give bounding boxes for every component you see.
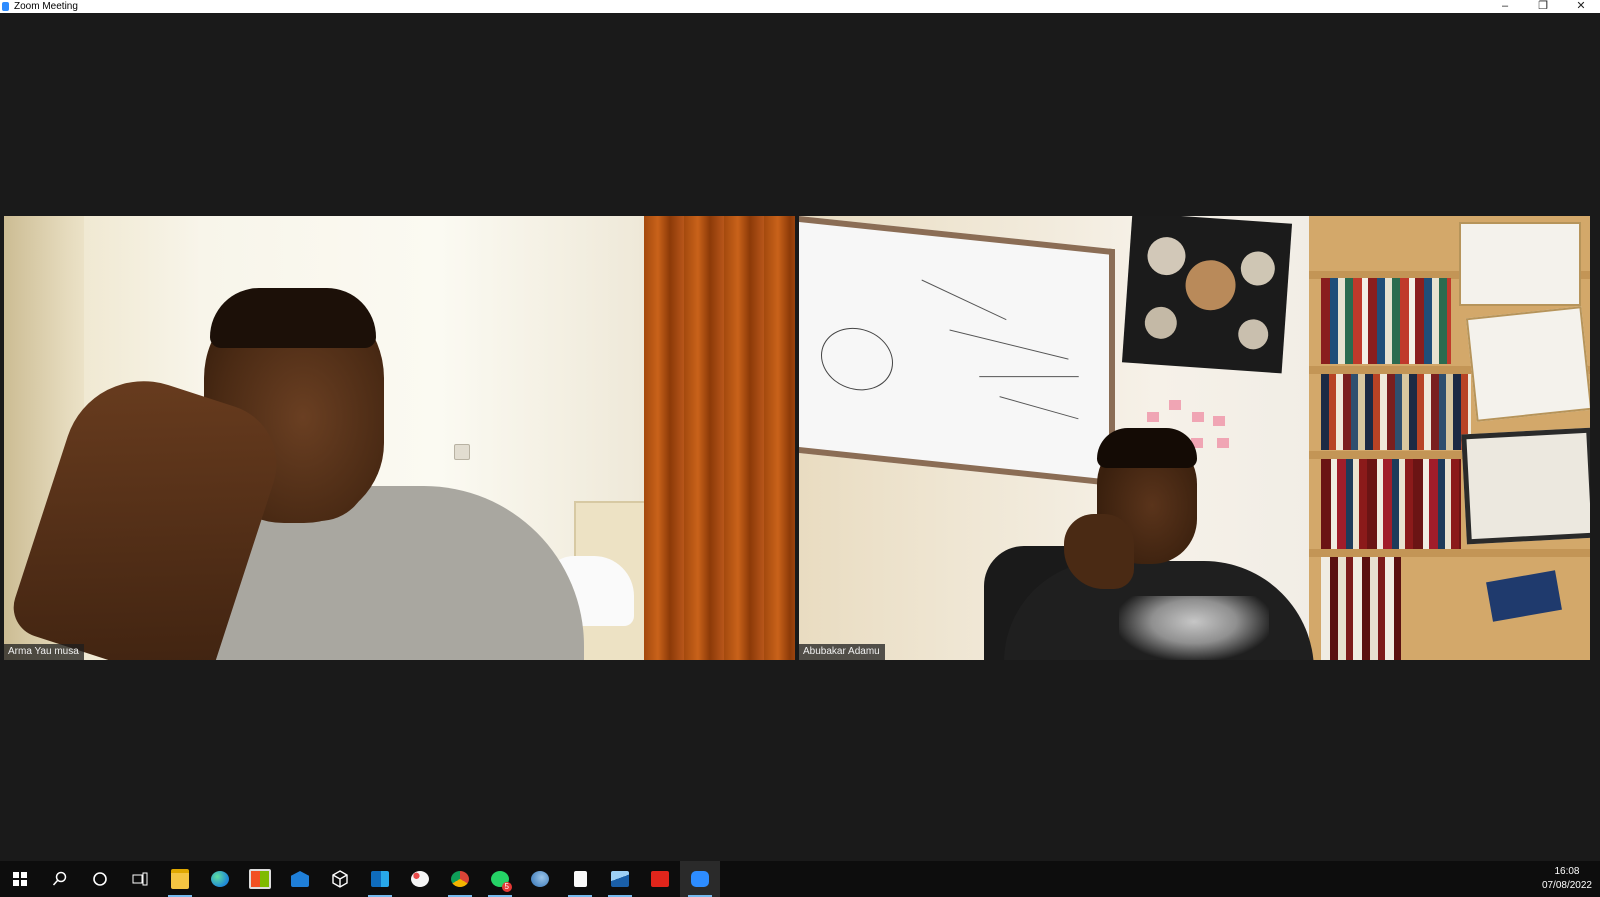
sticky-note <box>1169 400 1181 410</box>
sticky-note <box>1192 412 1204 422</box>
moon-shape <box>1237 318 1270 351</box>
browser-icon[interactable] <box>520 861 560 897</box>
certificate-frame <box>1465 306 1590 422</box>
sticky-note <box>1147 412 1159 422</box>
whiteboard-scribble <box>979 376 1079 378</box>
close-button[interactable]: ✕ <box>1562 0 1600 13</box>
photos-icon[interactable] <box>600 861 640 897</box>
unity-icon[interactable] <box>320 861 360 897</box>
sticky-note <box>1213 416 1225 426</box>
cortana-icon[interactable] <box>80 861 120 897</box>
zoom-app-icon <box>2 2 9 11</box>
moon-shape <box>1183 258 1238 312</box>
participant-video-tile[interactable]: Abubakar Adamu <box>799 216 1590 660</box>
book-row <box>1321 278 1451 364</box>
book-row <box>1321 557 1401 660</box>
participant-hair <box>210 288 376 348</box>
participant-name-label: Abubakar Adamu <box>799 644 885 660</box>
edge-icon[interactable] <box>200 861 240 897</box>
curtain <box>644 216 795 660</box>
file-explorer-icon[interactable] <box>160 861 200 897</box>
clock-time: 16:08 <box>1554 866 1580 877</box>
window-controls: – ❐ ✕ <box>1486 0 1600 13</box>
search-icon[interactable] <box>40 861 80 897</box>
store-icon[interactable] <box>240 861 280 897</box>
window-title: Zoom Meeting <box>14 1 78 12</box>
title-bar: Zoom Meeting – ❐ ✕ <box>0 0 1600 13</box>
moon-shape <box>1146 235 1187 277</box>
notepad-icon[interactable] <box>560 861 600 897</box>
chrome-icon[interactable] <box>440 861 480 897</box>
whiteboard <box>799 216 1115 487</box>
outlook-icon[interactable] <box>360 861 400 897</box>
sticky-note <box>1217 438 1229 448</box>
clock-date: 07/08/2022 <box>1541 880 1592 891</box>
whiteboard-drawing <box>821 324 893 394</box>
paint-icon[interactable] <box>400 861 440 897</box>
whiteboard-scribble <box>949 329 1069 360</box>
moon-shape <box>1239 250 1276 287</box>
wall-socket <box>454 444 470 460</box>
book-row <box>1321 374 1471 450</box>
moon-shape <box>1143 305 1178 340</box>
taskbar: 5 16:08 07/08/2022 <box>0 861 1600 897</box>
participant-video-tile[interactable]: Arma Yau musa <box>4 216 795 660</box>
windows-start-icon[interactable] <box>0 861 40 897</box>
minimize-button[interactable]: – <box>1486 0 1524 13</box>
acrobat-icon[interactable] <box>640 861 680 897</box>
whiteboard-scribble <box>999 396 1079 420</box>
mail-icon[interactable] <box>280 861 320 897</box>
whatsapp-icon[interactable]: 5 <box>480 861 520 897</box>
award-plaque <box>1486 570 1562 622</box>
participant-hair <box>1097 428 1197 468</box>
shelf-board <box>1309 549 1590 557</box>
task-view-icon[interactable] <box>120 861 160 897</box>
shirt-print <box>1119 596 1269 660</box>
restore-button[interactable]: ❐ <box>1524 0 1562 13</box>
participant-name-label: Arma Yau musa <box>4 644 84 660</box>
system-clock[interactable]: 16:08 07/08/2022 <box>1542 865 1592 893</box>
certificate-frame <box>1459 222 1581 306</box>
whiteboard-scribble <box>921 279 1007 321</box>
diploma-frame <box>1461 427 1590 545</box>
notification-badge: 5 <box>501 882 512 892</box>
book-row <box>1321 459 1461 549</box>
zoom-icon[interactable] <box>680 861 720 897</box>
moon-phases-poster <box>1121 216 1293 374</box>
bookshelf <box>1309 216 1590 660</box>
